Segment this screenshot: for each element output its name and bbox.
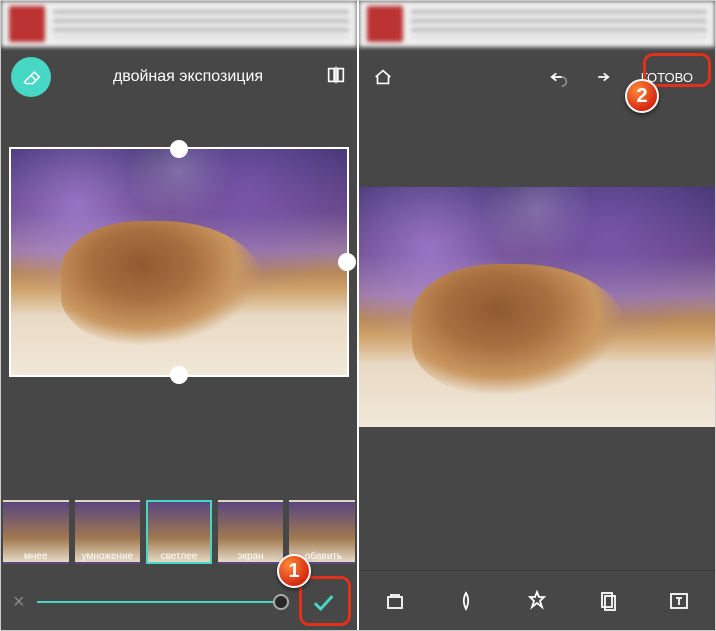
blend-label: светлее (146, 551, 212, 562)
blend-mode-item[interactable]: светлее (146, 500, 212, 564)
blend-label: экран (218, 551, 284, 562)
resize-handle-top[interactable] (170, 140, 188, 158)
slider-knob[interactable] (273, 594, 289, 610)
resize-handle-right[interactable] (338, 253, 356, 271)
tools-icon[interactable] (521, 585, 553, 617)
annotation-callout-2: 2 (625, 79, 659, 113)
canvas-area[interactable] (1, 107, 357, 490)
main-topbar: ГОТОВО (359, 47, 715, 107)
screen-title: двойная экспозиция (65, 68, 311, 86)
text-icon[interactable] (663, 585, 695, 617)
blend-label: мнее (3, 551, 69, 562)
editor-topbar: двойная экспозиция (1, 47, 357, 107)
bottom-nav (359, 570, 715, 630)
export-icon[interactable] (592, 585, 624, 617)
ad-banner (359, 1, 715, 47)
ad-banner (1, 1, 357, 47)
blend-label: умножение (75, 551, 141, 562)
apply-button[interactable] (301, 580, 345, 624)
preview-area[interactable] (359, 107, 715, 570)
eraser-button[interactable] (11, 57, 51, 97)
redo-icon[interactable] (587, 63, 615, 91)
cancel-button[interactable]: × (13, 591, 25, 614)
left-screenshot: двойная экспозиция мнее умножение светлее э… (1, 1, 357, 630)
resize-handle-bottom[interactable] (170, 366, 188, 384)
right-screenshot: ГОТОВО 2 (359, 1, 715, 630)
result-image (359, 187, 715, 427)
blend-mode-item[interactable]: экран (218, 500, 284, 564)
compare-icon[interactable] (325, 64, 347, 91)
styles-icon[interactable] (379, 585, 411, 617)
blend-mode-item[interactable]: мнее (3, 500, 69, 564)
undo-icon[interactable] (545, 63, 573, 91)
blend-mode-item[interactable]: умножение (75, 500, 141, 564)
edited-image (11, 149, 347, 375)
opacity-slider[interactable] (37, 601, 289, 603)
image-frame[interactable] (9, 147, 349, 377)
home-icon[interactable] (369, 63, 397, 91)
looks-icon[interactable] (450, 585, 482, 617)
annotation-callout-1: 1 (277, 554, 311, 588)
